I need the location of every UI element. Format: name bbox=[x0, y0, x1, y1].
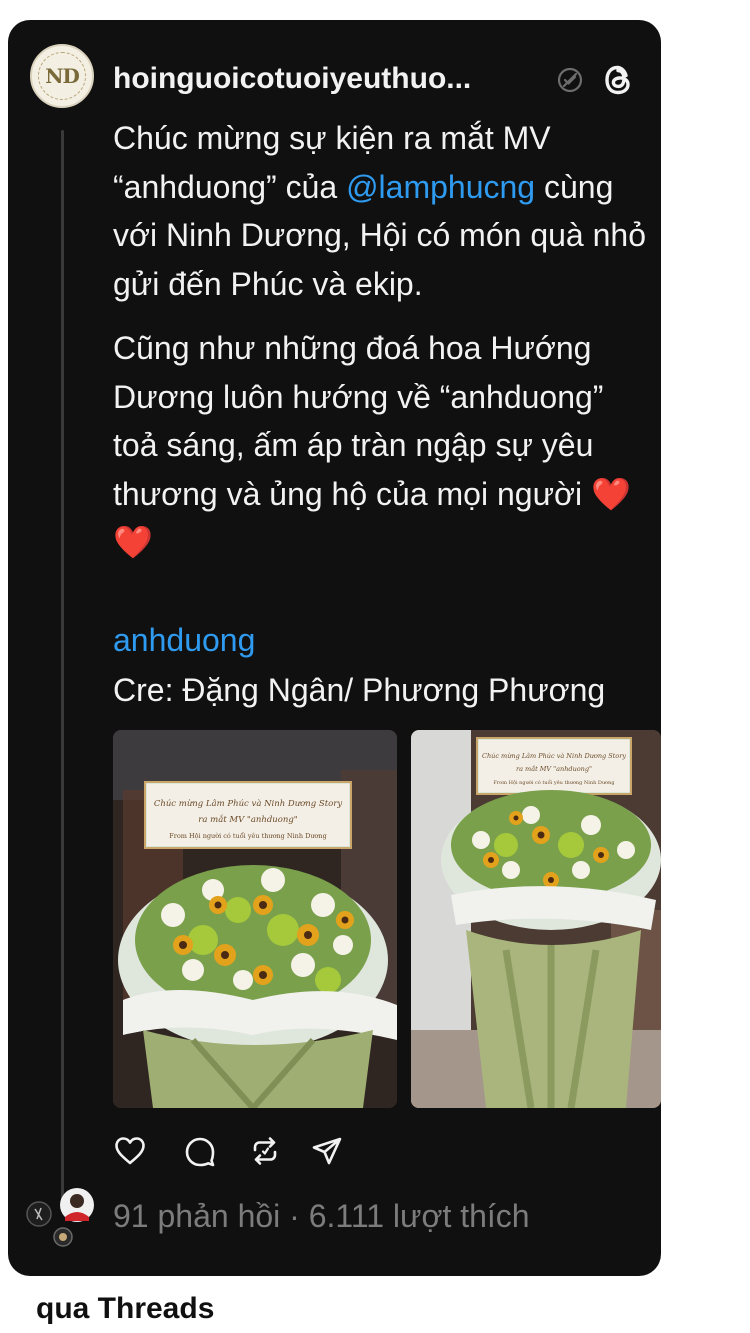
mention-link[interactable]: @lamphucng bbox=[346, 169, 535, 205]
replier-avatars[interactable] bbox=[23, 1185, 103, 1255]
credit-text: Cre: Đặng Ngân/ Phương Phương bbox=[113, 672, 606, 708]
verified-icon bbox=[557, 67, 583, 93]
post-paragraph-1: Chúc mừng sự kiện ra mắt MV “anhduong” c… bbox=[113, 114, 653, 308]
reply-like-stats[interactable]: 91 phản hồi · 6.111 lượt thích bbox=[113, 1198, 530, 1235]
banner-line-3: From Hội người có tuổi yêu thương Ninh D… bbox=[169, 831, 327, 840]
comment-icon[interactable] bbox=[183, 1134, 217, 1168]
threads-logo-icon[interactable] bbox=[600, 60, 636, 100]
banner-line-1b: Chúc mừng Lâm Phúc và Ninh Dương Story bbox=[482, 752, 626, 760]
flower-stand-image-2: Chúc mừng Lâm Phúc và Ninh Dương Story r… bbox=[411, 730, 661, 1108]
heart-icon[interactable] bbox=[113, 1134, 147, 1168]
repost-icon[interactable] bbox=[248, 1134, 282, 1168]
hashtag-link[interactable]: anhduong bbox=[113, 622, 255, 659]
banner-line-1: Chúc mừng Lâm Phúc và Ninh Dương Story bbox=[154, 798, 342, 809]
thread-line bbox=[61, 130, 64, 1202]
banner-card-1: Chúc mừng Lâm Phúc và Ninh Dương Story r… bbox=[144, 781, 352, 849]
banner-line-2b: ra mắt MV "anhduong" bbox=[516, 764, 592, 773]
banner-card-2: Chúc mừng Lâm Phúc và Ninh Dương Story r… bbox=[476, 737, 632, 795]
banner-line-3b: From Hội người có tuổi yêu thương Ninh D… bbox=[493, 779, 615, 786]
post-photo-1[interactable]: Chúc mừng Lâm Phúc và Ninh Dương Story r… bbox=[113, 730, 397, 1108]
post-photo-2[interactable]: Chúc mừng Lâm Phúc và Ninh Dương Story r… bbox=[411, 730, 661, 1108]
author-avatar[interactable]: ND bbox=[30, 44, 94, 108]
flower-stand-image-1: Chúc mừng Lâm Phúc và Ninh Dương Story r… bbox=[113, 730, 397, 1108]
author-username[interactable]: hoinguoicotuoiyeuthuo... bbox=[113, 62, 533, 96]
post-paragraph-2: Cũng như những đoá hoa Hướng Dương luôn … bbox=[113, 324, 653, 567]
post-body: Chúc mừng sự kiện ra mắt MV “anhduong” c… bbox=[113, 114, 653, 567]
post-text-2: Cũng như những đoá hoa Hướng Dương luôn … bbox=[113, 330, 604, 512]
via-threads-caption: qua Threads bbox=[36, 1292, 215, 1325]
banner-line-2: ra mắt MV "anhduong" bbox=[198, 813, 297, 825]
threads-post-card: ND hoinguoicotuoiyeuthuo... Chúc mừng sự… bbox=[8, 20, 661, 1276]
share-icon[interactable] bbox=[310, 1134, 344, 1168]
